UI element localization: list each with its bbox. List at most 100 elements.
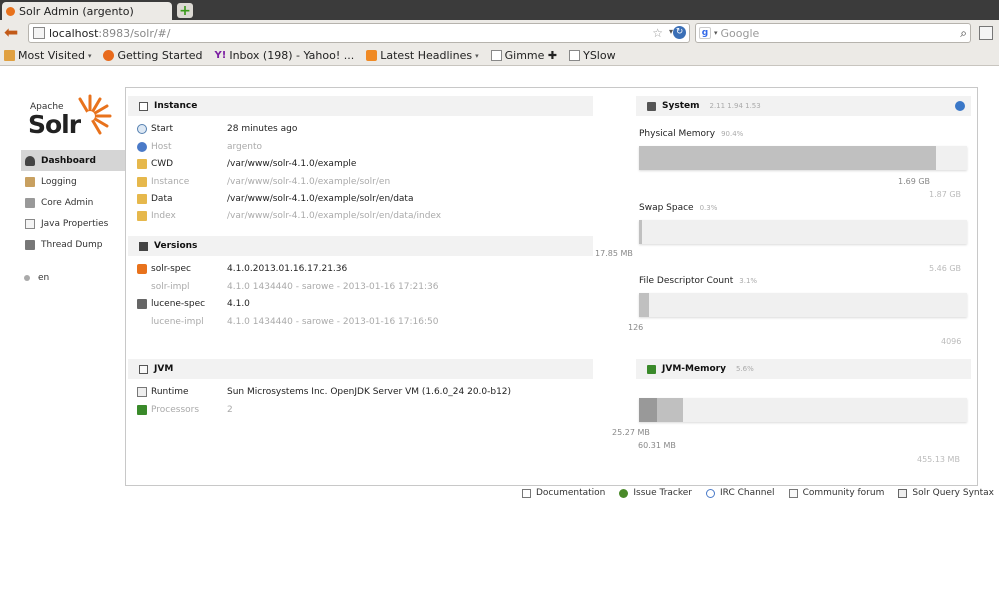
firefox-icon <box>103 50 115 61</box>
versions-icon <box>139 241 148 251</box>
instance-header: Instance <box>128 96 593 116</box>
runtime-icon <box>137 387 147 397</box>
sidebar-item-dashboard[interactable]: Dashboard <box>21 150 125 171</box>
back-arrow-icon[interactable]: ⬅ <box>4 24 22 42</box>
versions-row-lucene-spec: lucene-spec 4.1.0 <box>137 297 250 311</box>
processor-icon <box>137 405 147 415</box>
jvm-icon <box>139 364 148 374</box>
rss-icon <box>366 50 378 61</box>
sidebar-item-core-admin[interactable]: Core Admin <box>21 192 125 213</box>
swap-space-bar <box>639 220 967 244</box>
versions-row-lucene-impl: lucene-impl 4.1.0 1434440 - sarowe - 2013… <box>151 317 439 327</box>
page-menu-icon[interactable] <box>979 26 993 40</box>
sidebar-item-java-properties[interactable]: Java Properties <box>21 213 125 234</box>
physical-memory-title: Physical Memory 90.4% <box>639 129 744 139</box>
search-bar[interactable]: g ▾ Google ⌕ <box>695 23 971 43</box>
java-properties-icon <box>25 218 35 229</box>
mail-icon <box>788 488 798 498</box>
core-label: en <box>38 273 50 283</box>
jvm-memory-header: JVM-Memory 5.6% <box>636 359 971 379</box>
system-icon <box>647 101 656 111</box>
bookmark-star-icon[interactable]: ☆ <box>652 26 663 40</box>
instance-row-data: Data/var/www/solr-4.1.0/example/solr/en/… <box>137 192 413 206</box>
folder-icon <box>4 50 15 61</box>
versions-row-solr-spec: solr-spec 4.1.0.2013.01.16.17.21.36 <box>137 262 347 276</box>
footer-link-irc-channel[interactable]: IRC Channel <box>706 488 775 498</box>
footer-link-query-syntax[interactable]: Solr Query Syntax <box>898 488 994 498</box>
swap-space-total: 5.46 GB <box>929 264 962 273</box>
physical-memory-fill <box>639 146 936 170</box>
physical-memory-bar <box>639 146 967 170</box>
thread-dump-icon <box>25 239 35 250</box>
page-icon <box>569 50 581 61</box>
system-header: System 2.11 1.94 1.53 <box>636 96 971 116</box>
instance-row-host: Host argento <box>137 140 262 154</box>
tab-title: Solr Admin (argento) <box>19 4 134 18</box>
instance-row-instance: Instance/var/www/solr-4.1.0/example/solr… <box>137 175 390 189</box>
documentation-icon <box>522 488 531 498</box>
file-descriptor-total: 4096 <box>941 337 962 346</box>
versions-header: Versions <box>128 236 593 256</box>
file-descriptor-bar <box>639 293 967 317</box>
query-syntax-icon <box>898 488 908 498</box>
dashboard-icon <box>25 155 35 166</box>
jvm-memory-bar <box>639 398 967 422</box>
search-placeholder: Google <box>720 26 760 40</box>
logo-solr-text: Solr <box>28 110 81 139</box>
clock-icon <box>137 124 147 134</box>
file-descriptor-used: 126 <box>628 323 644 332</box>
logging-icon <box>25 176 35 187</box>
irc-icon <box>706 488 715 498</box>
footer-link-community-forum[interactable]: Community forum <box>788 488 884 498</box>
dashboard-content: Instance Start 28 minutes ago Host argento… <box>125 87 978 486</box>
solr-logo[interactable]: Apache Solr <box>28 94 113 139</box>
globe-icon <box>137 142 147 152</box>
google-icon[interactable]: g <box>699 27 711 39</box>
page-icon <box>490 50 502 61</box>
bookmark-gimme[interactable]: Gimme ✚ <box>490 49 557 62</box>
system-load: 2.11 1.94 1.53 <box>709 102 761 110</box>
footer-link-issue-tracker[interactable]: Issue Tracker <box>619 488 692 498</box>
yahoo-icon: Y! <box>214 50 227 61</box>
instance-row-start: Start 28 minutes ago <box>137 122 297 136</box>
file-descriptor-fill <box>639 293 650 317</box>
bookmark-yslow[interactable]: YSlow <box>569 49 616 62</box>
bookmark-most-visited[interactable]: Most Visited ▾ <box>4 49 91 62</box>
swap-space-fill <box>639 220 642 244</box>
navigation-toolbar: ⬅ localhost:8983/solr/#/ ☆ ▾ ↻ g ▾ Googl… <box>0 20 999 46</box>
address-bar[interactable]: localhost:8983/solr/#/ ☆ ▾ ↻ <box>28 23 690 43</box>
physical-memory-used: 1.69 GB <box>898 177 931 186</box>
sidebar-item-thread-dump[interactable]: Thread Dump <box>21 234 125 255</box>
jvm-memory-committed: 60.31 MB <box>638 441 676 450</box>
folder-icon <box>137 177 147 187</box>
bug-icon <box>619 488 629 498</box>
solr-favicon-icon <box>6 6 15 16</box>
bookmark-yahoo-inbox[interactable]: Y! Inbox (198) - Yahoo! ... <box>215 49 355 62</box>
core-selector[interactable]: en <box>24 273 49 283</box>
sidebar-item-logging[interactable]: Logging <box>21 171 125 192</box>
swap-space-used: 17.85 MB <box>595 249 633 258</box>
swap-space-title: Swap Space 0.3% <box>639 203 718 213</box>
reload-icon[interactable]: ↻ <box>673 26 686 39</box>
new-tab-button[interactable]: + <box>177 3 193 18</box>
bookmark-getting-started[interactable]: Getting Started <box>103 49 203 62</box>
folder-icon <box>137 211 147 221</box>
search-engine-dropdown-icon[interactable]: ▾ <box>714 29 718 37</box>
core-admin-icon <box>25 197 35 208</box>
instance-icon <box>139 101 148 111</box>
file-descriptor-title: File Descriptor Count 3.1% <box>639 276 758 286</box>
refresh-icon[interactable] <box>955 101 965 111</box>
lucene-icon <box>137 299 147 309</box>
bookmark-latest-headlines[interactable]: Latest Headlines ▾ <box>366 49 479 62</box>
footer-link-documentation[interactable]: Documentation <box>522 488 605 498</box>
jvm-row-runtime: Runtime Sun Microsystems Inc. OpenJDK Ser… <box>137 385 511 399</box>
browser-tab[interactable]: Solr Admin (argento) <box>2 2 172 20</box>
folder-icon <box>137 194 147 204</box>
url-text: localhost:8983/solr/#/ <box>49 26 171 40</box>
search-icon[interactable]: ⌕ <box>960 26 967 41</box>
instance-row-index: Index/var/www/solr-4.1.0/example/solr/en… <box>137 209 441 223</box>
jvm-memory-max: 455.13 MB <box>917 455 960 464</box>
jvm-memory-icon <box>647 364 656 374</box>
versions-row-solr-impl: solr-impl 4.1.0 1434440 - sarowe - 2013-0… <box>151 282 439 292</box>
jvm-memory-used-fill <box>639 398 658 422</box>
